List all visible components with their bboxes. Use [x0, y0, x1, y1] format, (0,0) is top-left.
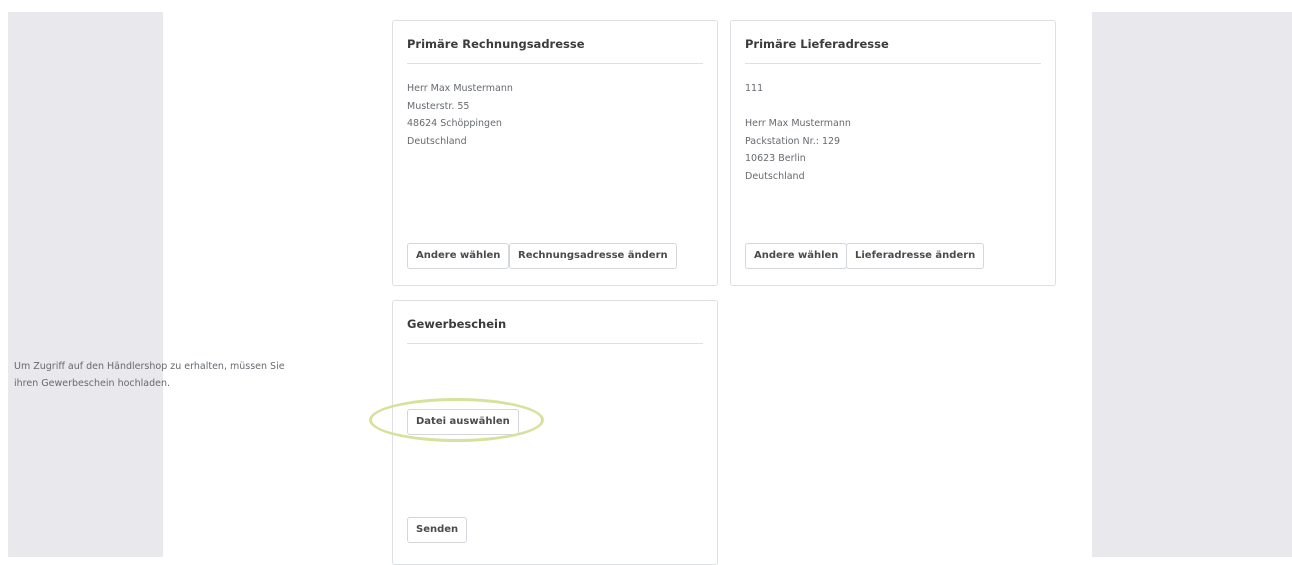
shipping-address-line: Packstation Nr.: 129 — [745, 135, 841, 147]
divider — [407, 63, 703, 64]
billing-address-line: Herr Max Mustermann — [407, 83, 513, 94]
billing-address-panel: Primäre Rechnungsadresse Herr Max Muster… — [392, 20, 718, 286]
divider — [407, 343, 703, 344]
divider — [745, 63, 1041, 64]
shipping-address-company: 111 — [745, 83, 764, 94]
right-gutter — [1092, 12, 1292, 557]
billing-address-text: Herr Max Mustermann Musterstr. 55 48624 … — [407, 80, 513, 150]
send-button[interactable]: Senden — [407, 517, 468, 543]
change-billing-address-button[interactable]: Rechnungsadresse ändern — [509, 243, 677, 269]
left-gutter — [8, 12, 163, 557]
billing-address-line: 48624 Schöppingen — [407, 118, 502, 129]
trade-license-panel: Gewerbeschein Datei auswählen Senden — [392, 300, 718, 565]
trade-license-title: Gewerbeschein — [407, 317, 507, 331]
billing-address-line: Musterstr. 55 — [407, 100, 470, 112]
shipping-address-title: Primäre Lieferadresse — [745, 37, 889, 51]
choose-other-shipping-button[interactable]: Andere wählen — [745, 243, 848, 269]
shipping-address-line: Herr Max Mustermann — [745, 118, 851, 129]
shipping-address-line: Deutschland — [745, 170, 805, 182]
change-shipping-address-button[interactable]: Lieferadresse ändern — [846, 243, 985, 269]
billing-address-line: Deutschland — [407, 135, 467, 147]
choose-other-billing-button[interactable]: Andere wählen — [407, 243, 510, 269]
choose-file-button[interactable]: Datei auswählen — [407, 409, 519, 435]
billing-address-title: Primäre Rechnungsadresse — [407, 37, 585, 51]
trade-license-description: Um Zugriff auf den Händlershop zu erhalt… — [14, 361, 285, 389]
shipping-address-text: 111 Herr Max Mustermann Packstation Nr.:… — [745, 80, 851, 185]
shipping-address-line: 10623 Berlin — [745, 153, 806, 164]
shipping-address-panel: Primäre Lieferadresse 111 Herr Max Muste… — [730, 20, 1056, 286]
